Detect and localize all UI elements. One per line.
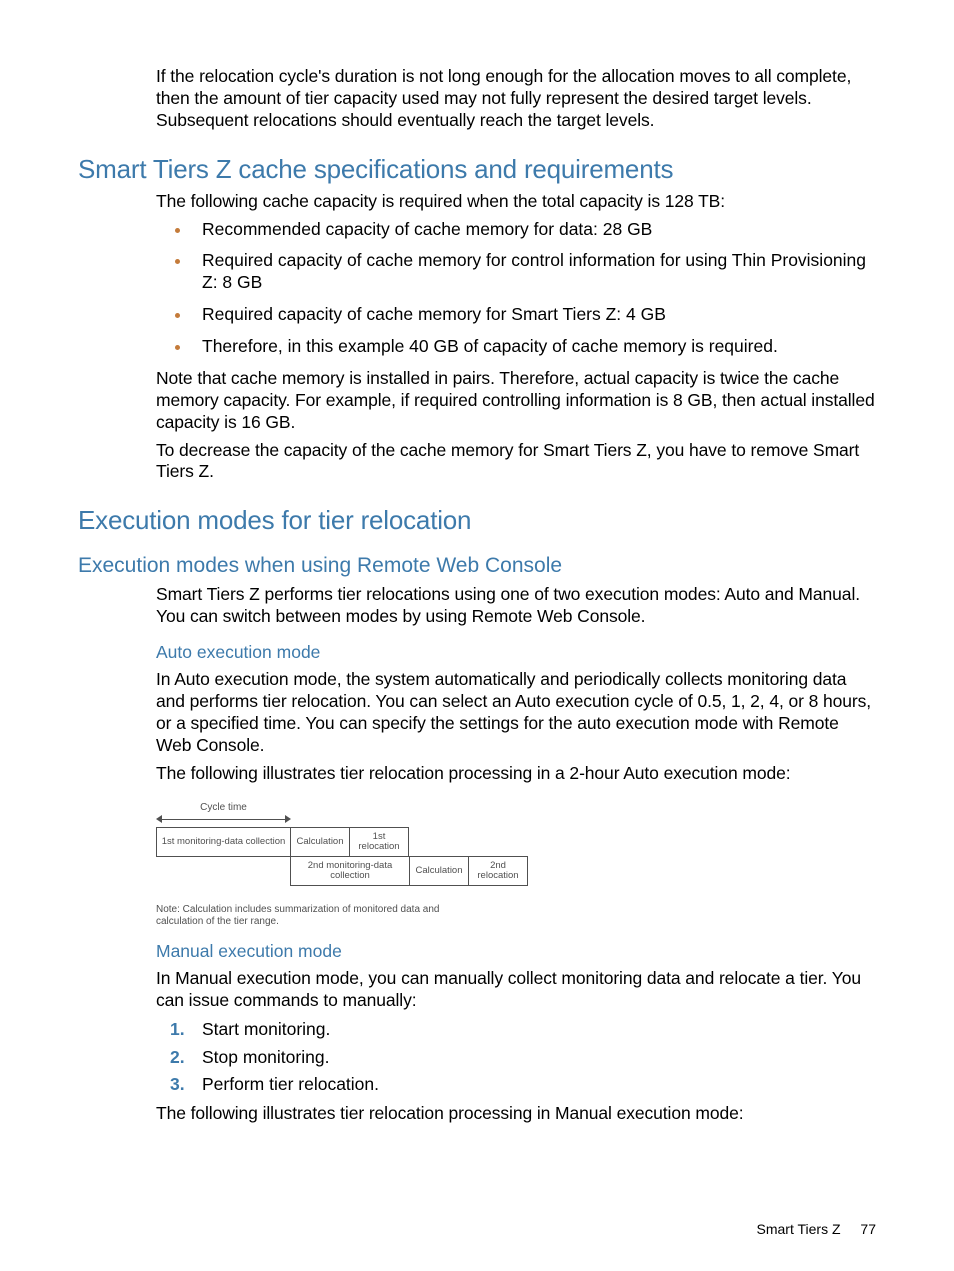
rwc-paragraph: Smart Tiers Z performs tier relocations … (156, 584, 876, 628)
diagram-box-1st-monitor: 1st monitoring-data collection (156, 827, 291, 857)
list-item: Stop monitoring. (192, 1046, 876, 1070)
list-item: Recommended capacity of cache memory for… (192, 219, 876, 241)
manual-mode-heading: Manual execution mode (156, 941, 876, 962)
manual-mode-paragraph-1: In Manual execution mode, you can manual… (156, 968, 876, 1012)
intro-paragraph: If the relocation cycle's duration is no… (156, 66, 876, 132)
diagram-box-calc-1: Calculation (290, 827, 350, 857)
diagram-box-calc-2: Calculation (409, 856, 469, 886)
section-execution-modes-heading: Execution modes for tier relocation (78, 505, 876, 536)
cache-lead-paragraph: The following cache capacity is required… (156, 191, 876, 213)
footer-section-label: Smart Tiers Z (757, 1221, 841, 1237)
diagram-box-2nd-monitor: 2nd monitoring-data collection (290, 856, 410, 886)
auto-mode-paragraph-1: In Auto execution mode, the system autom… (156, 669, 876, 757)
auto-mode-heading: Auto execution mode (156, 642, 876, 663)
list-item: Required capacity of cache memory for Sm… (192, 304, 876, 326)
cycle-diagram: Cycle time 1st monitoring-data collectio… (156, 802, 556, 927)
manual-steps-list: Start monitoring. Stop monitoring. Perfo… (156, 1018, 876, 1097)
page-footer: Smart Tiers Z 77 (757, 1221, 876, 1237)
cache-bullet-list: Recommended capacity of cache memory for… (156, 219, 876, 358)
list-item: Start monitoring. (192, 1018, 876, 1042)
cache-decrease-paragraph: To decrease the capacity of the cache me… (156, 440, 876, 484)
diagram-box-2nd-reloc: 2nd relocation (468, 856, 528, 886)
diagram-note: Note: Calculation includes summarization… (156, 904, 476, 927)
manual-mode-paragraph-2: The following illustrates tier relocatio… (156, 1103, 876, 1125)
diagram-box-1st-reloc: 1st relocation (349, 827, 409, 857)
section-cache-spec-heading: Smart Tiers Z cache specifications and r… (78, 154, 876, 185)
list-item: Perform tier relocation. (192, 1073, 876, 1097)
cache-note-paragraph: Note that cache memory is installed in p… (156, 368, 876, 434)
auto-mode-paragraph-2: The following illustrates tier relocatio… (156, 763, 876, 785)
list-item: Therefore, in this example 40 GB of capa… (192, 336, 876, 358)
footer-page-number: 77 (860, 1221, 876, 1237)
cycle-arrow-icon (156, 815, 291, 825)
cycle-time-label: Cycle time (156, 802, 291, 813)
list-item: Required capacity of cache memory for co… (192, 250, 876, 294)
subsection-rwc-heading: Execution modes when using Remote Web Co… (78, 554, 876, 578)
